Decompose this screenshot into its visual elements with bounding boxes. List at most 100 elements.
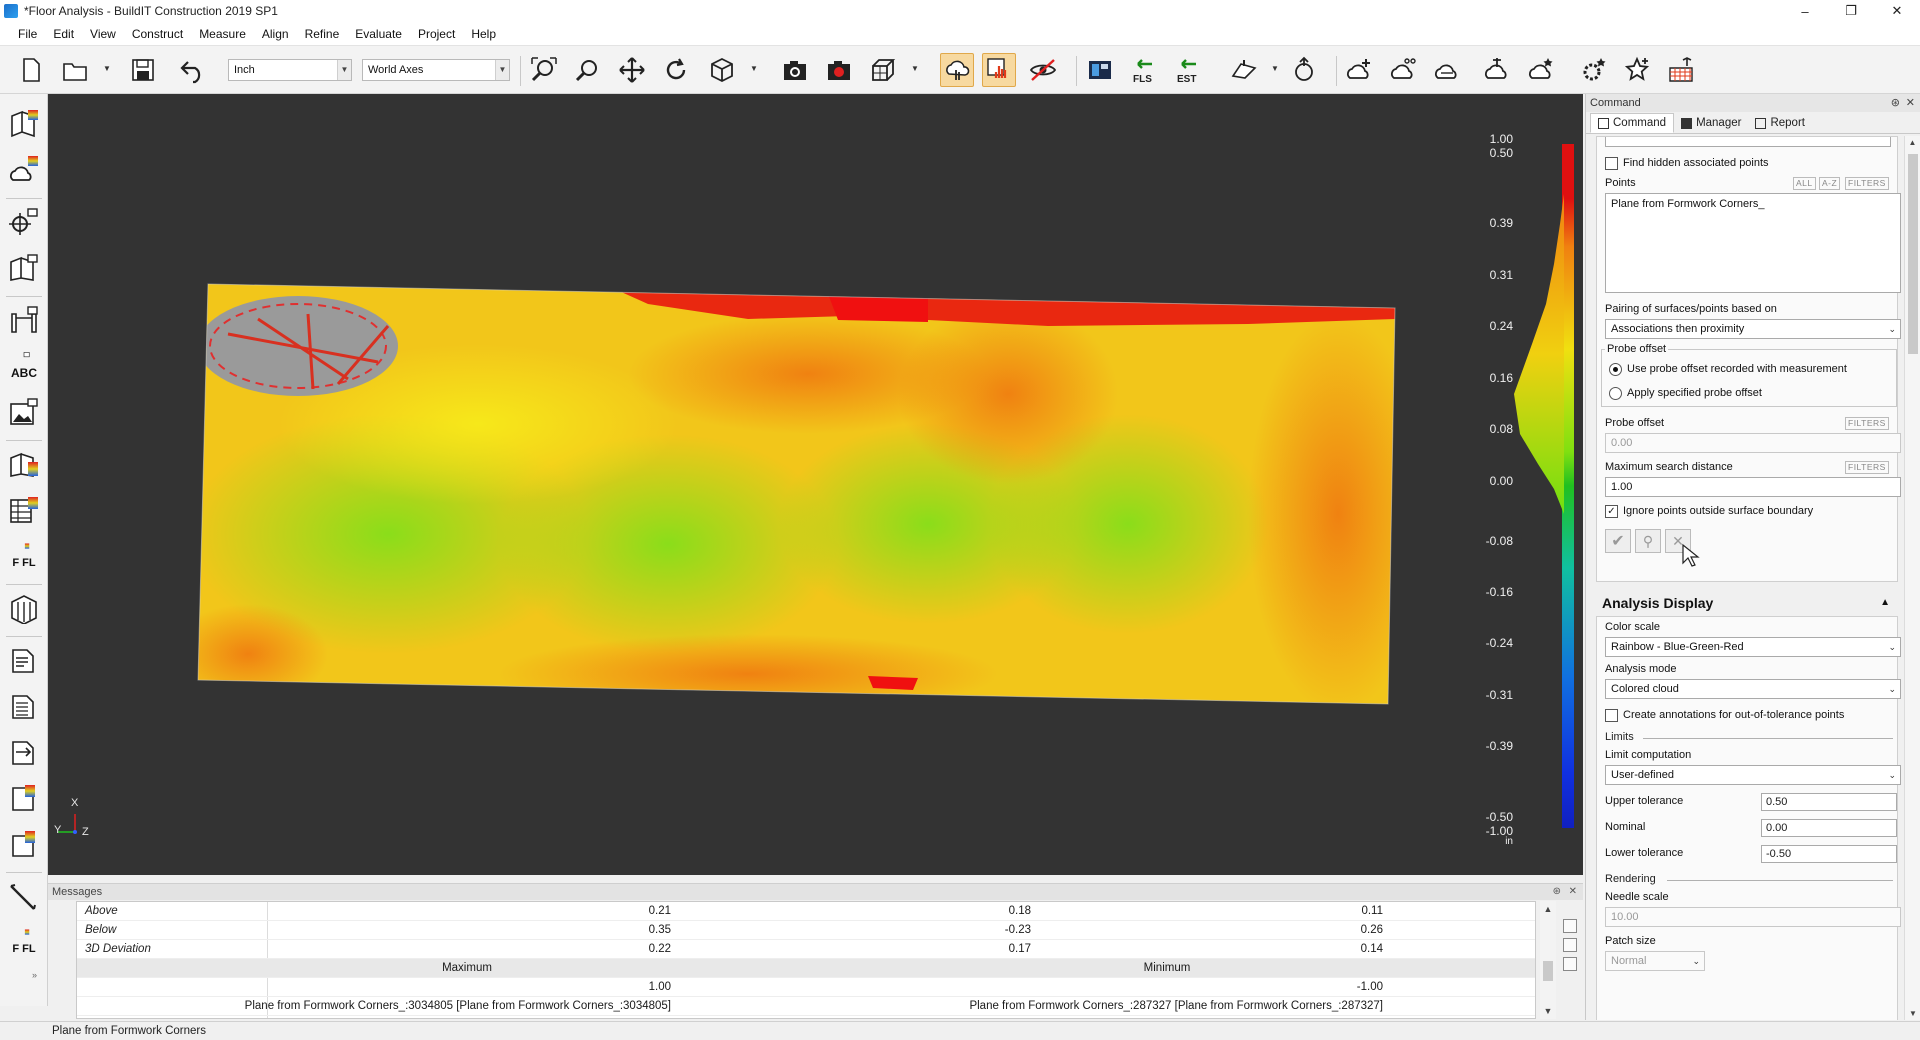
messages-scrollbar[interactable]: ▲ ▼ — [1540, 901, 1556, 1019]
view-cube-button[interactable] — [705, 53, 739, 87]
cloud-add-button[interactable] — [1342, 53, 1376, 87]
report-view-button[interactable] — [1083, 53, 1117, 87]
probe-offset-filter-button[interactable]: FILTERS — [1845, 417, 1889, 430]
3d-viewport[interactable]: 1.00 0.50 0.39 0.31 0.24 0.16 0.08 0.00 … — [48, 94, 1583, 875]
copy-icon[interactable] — [1563, 919, 1577, 933]
collapse-icon[interactable]: ▲ — [1880, 590, 1890, 616]
cloud-button[interactable] — [1430, 53, 1464, 87]
analysis-display-header[interactable]: Analysis Display ▲ — [1596, 590, 1898, 616]
radio-specified-offset[interactable] — [1609, 387, 1622, 400]
cloud-select-button[interactable] — [940, 53, 974, 87]
zoom-fit-button[interactable] — [527, 53, 561, 87]
open-dropdown-caret[interactable]: ▼ — [102, 64, 112, 74]
menu-file[interactable]: File — [10, 22, 45, 46]
grid-button[interactable] — [1664, 53, 1698, 87]
chevron-down-icon[interactable]: ▼ — [1540, 1006, 1556, 1016]
chevron-down-icon[interactable]: ▼ — [1905, 1009, 1920, 1018]
hide-button[interactable] — [1026, 53, 1060, 87]
tool-ffl[interactable]: F FL — [6, 538, 42, 574]
expand-toolbar-icon[interactable]: » — [32, 970, 37, 980]
filter-all-button[interactable]: ALL — [1793, 177, 1816, 190]
rotate-button[interactable] — [659, 53, 693, 87]
tool-picture[interactable] — [6, 394, 42, 430]
table-row[interactable]: Below 0.35 -0.23 0.26 — [77, 921, 1535, 940]
tool-sections[interactable] — [6, 590, 42, 626]
upper-tolerance-input[interactable]: 0.50 — [1761, 793, 1897, 811]
pan-button[interactable] — [615, 53, 649, 87]
color-scale-select[interactable]: Rainbow - Blue-Green-Red ⌄ — [1605, 637, 1901, 657]
menu-refine[interactable]: Refine — [297, 22, 348, 46]
needle-scale-input[interactable]: 10.00 — [1605, 907, 1901, 927]
menu-view[interactable]: View — [82, 22, 124, 46]
pin-icon[interactable]: ⊛ — [1553, 884, 1561, 900]
scroll-thumb[interactable] — [1543, 961, 1553, 981]
probe-dropdown-caret[interactable]: ▼ — [1270, 64, 1280, 74]
pick-button[interactable] — [982, 53, 1016, 87]
minimize-button[interactable]: – — [1782, 0, 1828, 22]
close-icon[interactable]: ✕ — [1906, 94, 1915, 112]
filter-button[interactable]: FILTERS — [1845, 177, 1889, 190]
trash-icon[interactable] — [1563, 957, 1577, 971]
max-search-filter-button[interactable]: FILTERS — [1845, 461, 1889, 474]
points-list[interactable]: Plane from Formwork Corners_ — [1605, 193, 1901, 293]
scroll-thumb[interactable] — [1908, 154, 1918, 354]
tool-point-deviation[interactable] — [6, 204, 42, 240]
pin-icon[interactable]: ⊛ — [1891, 94, 1900, 112]
list-icon[interactable] — [1563, 938, 1577, 952]
camera-button[interactable] — [778, 53, 812, 87]
view-dropdown-caret[interactable]: ▼ — [749, 64, 759, 74]
chevron-up-icon[interactable]: ▲ — [1905, 138, 1920, 147]
filter-az-button[interactable]: A-Z — [1819, 177, 1841, 190]
zoom-window-button[interactable] — [571, 53, 605, 87]
preview-button[interactable]: ⚲ — [1635, 529, 1661, 553]
menu-measure[interactable]: Measure — [191, 22, 254, 46]
ignore-points-checkbox[interactable]: ✓ — [1605, 505, 1618, 518]
highlight-star-button[interactable] — [1620, 53, 1654, 87]
menu-construct[interactable]: Construct — [124, 22, 191, 46]
units-select[interactable]: Inch ▼ — [228, 59, 352, 81]
chevron-up-icon[interactable]: ▲ — [1540, 904, 1556, 914]
tool-surface-deviation[interactable] — [6, 250, 42, 286]
limit-computation-select[interactable]: User-defined ⌄ — [1605, 765, 1901, 785]
tool-color-map-2[interactable] — [6, 446, 42, 482]
tool-report-color-2[interactable] — [6, 826, 42, 862]
partial-field[interactable] — [1605, 137, 1891, 147]
table-row[interactable]: Above 0.21 0.18 0.11 — [77, 902, 1535, 921]
est-button[interactable]: EST — [1171, 53, 1205, 87]
probe-button[interactable] — [1227, 53, 1261, 87]
restore-button[interactable]: ❐ — [1828, 0, 1874, 22]
tab-command[interactable]: Command — [1590, 113, 1675, 133]
tool-text-annotation[interactable]: ABC — [6, 348, 42, 384]
feature-star-button[interactable] — [1577, 53, 1611, 87]
lower-tolerance-input[interactable]: -0.50 — [1761, 845, 1897, 863]
max-search-input[interactable]: 1.00 — [1605, 477, 1901, 497]
menu-edit[interactable]: Edit — [45, 22, 82, 46]
table-row[interactable]: 3D Deviation 0.22 0.17 0.14 — [77, 940, 1535, 959]
menu-evaluate[interactable]: Evaluate — [347, 22, 410, 46]
save-button[interactable] — [126, 53, 160, 87]
apply-button[interactable]: ✔ — [1605, 529, 1631, 553]
tool-report-3[interactable] — [6, 734, 42, 770]
tool-cloud-analysis[interactable] — [6, 152, 42, 188]
tool-report-table[interactable] — [6, 492, 42, 528]
menu-align[interactable]: Align — [254, 22, 297, 46]
find-hidden-checkbox[interactable] — [1605, 157, 1618, 170]
nominal-input[interactable]: 0.00 — [1761, 819, 1897, 837]
menu-project[interactable]: Project — [410, 22, 463, 46]
patch-size-select[interactable]: Normal ⌄ — [1605, 951, 1705, 971]
close-button[interactable]: ✕ — [1874, 0, 1920, 22]
radio-recorded-offset[interactable] — [1609, 363, 1622, 376]
open-file-button[interactable] — [58, 53, 92, 87]
tab-report[interactable]: Report — [1748, 113, 1812, 133]
analysis-mode-select[interactable]: Colored cloud ⌄ — [1605, 679, 1901, 699]
record-camera-button[interactable] — [822, 53, 856, 87]
tab-manager[interactable]: Manager — [1674, 113, 1748, 133]
tool-report-1[interactable] — [6, 642, 42, 678]
annotations-checkbox[interactable] — [1605, 709, 1618, 722]
panel-scrollbar[interactable]: ▲ ▼ — [1904, 136, 1920, 1020]
undo-button[interactable] — [176, 53, 210, 87]
section-box-button[interactable] — [866, 53, 900, 87]
pairing-select[interactable]: Associations then proximity ⌄ — [1605, 319, 1901, 339]
probe-offset-input[interactable]: 0.00 — [1605, 433, 1901, 453]
fls-button[interactable]: FLS — [1127, 53, 1161, 87]
